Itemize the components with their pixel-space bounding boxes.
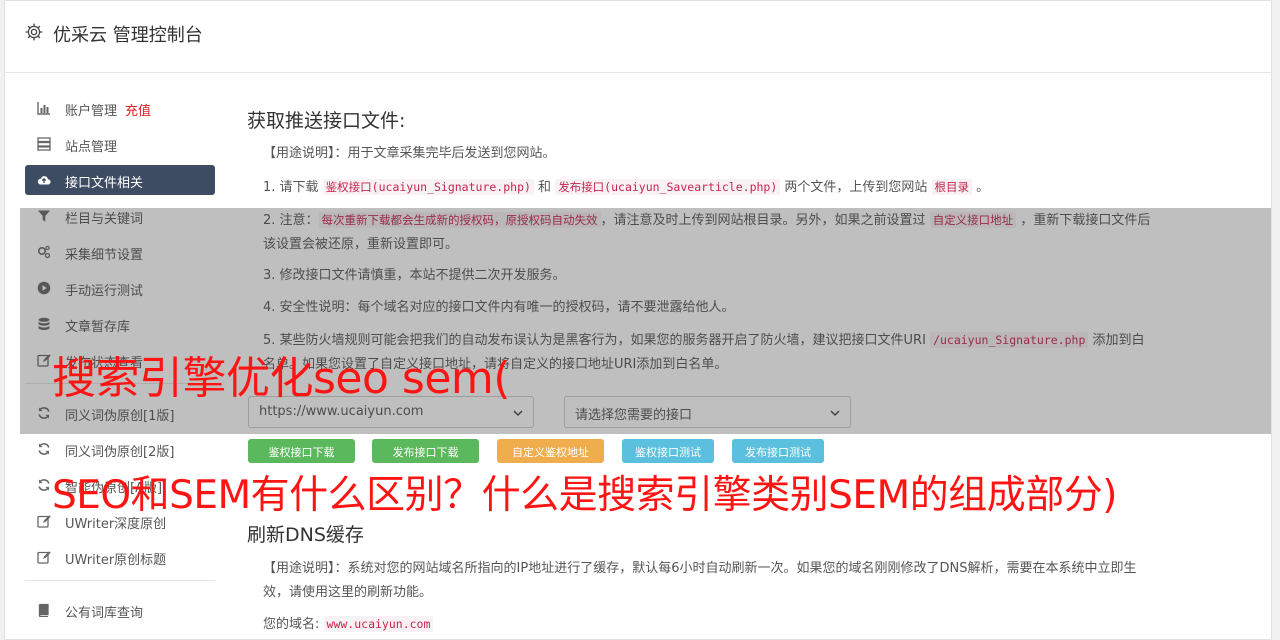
recharge-link[interactable]: 充值 [125, 100, 151, 119]
page-title: 优采云 管理控制台 [53, 25, 203, 46]
domain-label: 您的域名: [263, 617, 320, 632]
gear-icon [25, 23, 43, 41]
usage-text: ：系统对您的网站域名所指向的IP地址进行了缓存，默认每6小时自动刷新一次。如果您… [263, 561, 1137, 600]
edit-icon [37, 551, 51, 564]
sidebar-item-label: 接口文件相关 [65, 176, 144, 191]
sidebar-item-synonym-v2[interactable]: 同义词伪原创[2版] [25, 434, 215, 464]
domain-row: 您的域名: www.ucaiyun.com [263, 612, 434, 637]
usage-label: 【用途说明】 [263, 146, 335, 161]
book-icon [38, 603, 49, 617]
sidebar-item-label: 账户管理 [65, 104, 118, 119]
edit-icon [37, 515, 51, 528]
sidebar-item-sites[interactable]: 站点管理 [25, 129, 215, 159]
step-1: 1. 请下载 鉴权接口(ucaiyun_Signature.php) 和 发布接… [263, 179, 990, 195]
test-auth-button[interactable]: 鉴权接口测试 [622, 439, 714, 463]
overlay-headline-line2: SEO和SEM有什么区别？什么是搜索引擎类别SEM的组成部分) [52, 473, 1117, 518]
overlay-headline-line1: 搜索引擎优化seo sem( [52, 353, 510, 404]
usage-note: 【用途说明】：用于文章采集完毕后发送到您网站。 [263, 142, 1153, 166]
usage-text: ：用于文章采集完毕后发送到您网站。 [334, 146, 556, 161]
sidebar-item-label: UWriter原创标题 [65, 553, 167, 568]
sidebar-divider [25, 580, 215, 581]
refresh-icon [38, 443, 50, 455]
refresh-icon [38, 479, 50, 491]
header-bar: 优采云 管理控制台 [5, 1, 1271, 73]
sidebar-item-uwriter-title[interactable]: UWriter原创标题 [25, 542, 215, 572]
sidebar-item-label: 公有词库查询 [65, 606, 144, 621]
sidebar-item-label: 站点管理 [65, 140, 118, 155]
sidebar-item-label: 同义词伪原创[2版] [65, 445, 175, 460]
code-publish-api: 发布接口(ucaiyun_Savearticle.php) [555, 179, 781, 195]
section-title-dns: 刷新DNS缓存 [247, 524, 364, 546]
sidebar-item-api-files[interactable]: 接口文件相关 [25, 165, 215, 195]
custom-auth-button[interactable]: 自定义鉴权地址 [497, 439, 604, 463]
server-icon [37, 137, 51, 151]
cloud-upload-icon [37, 176, 51, 185]
download-publish-button[interactable]: 发布接口下载 [372, 439, 479, 463]
code-auth-api: 鉴权接口(ucaiyun_Signature.php) [322, 179, 534, 195]
domain-value: www.ucaiyun.com [323, 616, 434, 632]
dns-usage-note: 【用途说明】：系统对您的网站域名所指向的IP地址进行了缓存，默认每6小时自动刷新… [263, 557, 1143, 605]
code-root-dir: 根目录 [931, 179, 973, 195]
test-publish-button[interactable]: 发布接口测试 [732, 439, 824, 463]
sidebar-item-account[interactable]: 账户管理 充值 [25, 93, 215, 123]
section-title-api-files: 获取推送接口文件: [247, 110, 406, 132]
usage-label: 【用途说明】 [263, 561, 335, 576]
app-window: 优采云 管理控制台 账户管理 充值 站点管理 接口文件相关 栏目与关键词 采集细… [4, 0, 1272, 640]
download-auth-button[interactable]: 鉴权接口下载 [248, 439, 355, 463]
bar-chart-icon [37, 102, 50, 115]
sidebar-item-public-lexicon[interactable]: 公有词库查询 [25, 595, 215, 625]
